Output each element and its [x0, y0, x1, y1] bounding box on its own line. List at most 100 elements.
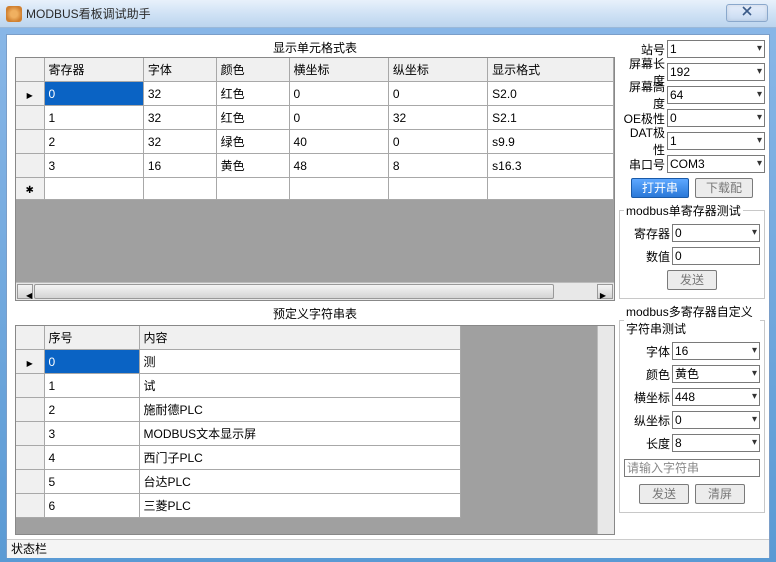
cell-content[interactable]: MODBUS文本显示屏: [139, 422, 461, 446]
cell-y[interactable]: 0: [388, 130, 487, 154]
cell-content[interactable]: 三菱PLC: [139, 494, 461, 518]
scroll-left-icon[interactable]: ◀: [17, 284, 33, 299]
cell-x[interactable]: 0: [289, 82, 388, 106]
cell-format[interactable]: s16.3: [488, 154, 614, 178]
status-bar: 状态栏: [7, 539, 769, 558]
col-content[interactable]: 内容: [139, 326, 461, 350]
cell-font[interactable]: 32: [143, 106, 216, 130]
height-label: 屏幕高度: [619, 78, 667, 112]
single-val-label: 数值: [624, 248, 672, 265]
cell-x[interactable]: 0: [289, 106, 388, 130]
horizontal-scrollbar[interactable]: ◀ ▶: [16, 282, 614, 300]
table-row[interactable]: 0测: [16, 350, 461, 374]
cell-x[interactable]: 40: [289, 130, 388, 154]
cell-register[interactable]: 2: [44, 130, 143, 154]
row-indicator: [16, 106, 44, 130]
vertical-scrollbar[interactable]: [597, 326, 614, 534]
cell-format[interactable]: S2.1: [488, 106, 614, 130]
col-register[interactable]: 寄存器: [44, 58, 143, 82]
multi-x-label: 横坐标: [624, 389, 672, 406]
cell-format[interactable]: s9.9: [488, 130, 614, 154]
table-row[interactable]: 2 32 绿色 40 0 s9.9: [16, 130, 614, 154]
rowheader-corner: [16, 326, 44, 350]
row-indicator: [16, 130, 44, 154]
port-combo[interactable]: COM3: [667, 155, 765, 173]
cell-content[interactable]: 施耐德PLC: [139, 398, 461, 422]
cell-content[interactable]: 西门子PLC: [139, 446, 461, 470]
single-val-input[interactable]: 0: [672, 247, 760, 265]
table-row[interactable]: 5台达PLC: [16, 470, 461, 494]
port-label: 串口号: [619, 156, 667, 173]
single-reg-combo[interactable]: 0: [672, 224, 760, 242]
cell-index[interactable]: 3: [44, 422, 139, 446]
download-config-button[interactable]: 下载配: [695, 178, 753, 198]
close-icon: [742, 6, 752, 16]
cell-color[interactable]: 黄色: [216, 154, 289, 178]
cell-content[interactable]: 测: [139, 350, 461, 374]
scroll-thumb[interactable]: [34, 284, 554, 299]
table-row[interactable]: 1 32 红色 0 32 S2.1: [16, 106, 614, 130]
cell-font[interactable]: 32: [143, 82, 216, 106]
station-combo[interactable]: 1: [667, 40, 765, 58]
multi-string-input[interactable]: 请输入字符串: [624, 459, 760, 477]
scroll-right-icon[interactable]: ▶: [597, 284, 613, 299]
cell-y[interactable]: 8: [388, 154, 487, 178]
cell-font[interactable]: 16: [143, 154, 216, 178]
cell-color[interactable]: 红色: [216, 82, 289, 106]
col-index[interactable]: 序号: [44, 326, 139, 350]
multi-font-combo[interactable]: 16: [672, 342, 760, 360]
cell-index[interactable]: 2: [44, 398, 139, 422]
cell-index[interactable]: 6: [44, 494, 139, 518]
window-title: MODBUS看板调试助手: [26, 5, 151, 22]
col-y[interactable]: 纵坐标: [388, 58, 487, 82]
multi-x-combo[interactable]: 448: [672, 388, 760, 406]
height-combo[interactable]: 64: [667, 86, 765, 104]
close-button[interactable]: [726, 4, 768, 22]
col-format[interactable]: 显示格式: [488, 58, 614, 82]
multi-len-combo[interactable]: 8: [672, 434, 760, 452]
cell-y[interactable]: 32: [388, 106, 487, 130]
multi-clear-button[interactable]: 清屏: [695, 484, 745, 504]
cell-color[interactable]: 绿色: [216, 130, 289, 154]
open-port-button[interactable]: 打开串: [631, 178, 689, 198]
cell-index[interactable]: 1: [44, 374, 139, 398]
multi-color-combo[interactable]: 黄色: [672, 365, 760, 383]
cell-format[interactable]: S2.0: [488, 82, 614, 106]
table-row[interactable]: 3MODBUS文本显示屏: [16, 422, 461, 446]
table-row[interactable]: 4西门子PLC: [16, 446, 461, 470]
cell-index[interactable]: 4: [44, 446, 139, 470]
col-font[interactable]: 字体: [143, 58, 216, 82]
cell-font[interactable]: 32: [143, 130, 216, 154]
col-x[interactable]: 横坐标: [289, 58, 388, 82]
cell-x[interactable]: 48: [289, 154, 388, 178]
string-table: 序号 内容 0测 1试 2施耐德PLC 3MODBUS文本显示屏 4西门子PLC…: [16, 326, 461, 518]
multi-send-button[interactable]: 发送: [639, 484, 689, 504]
table-row[interactable]: 2施耐德PLC: [16, 398, 461, 422]
multi-font-label: 字体: [624, 343, 672, 360]
table-new-row[interactable]: [16, 178, 614, 200]
single-send-button[interactable]: 发送: [667, 270, 717, 290]
table-row[interactable]: 0 32 红色 0 0 S2.0: [16, 82, 614, 106]
table-row[interactable]: 1试: [16, 374, 461, 398]
cell-content[interactable]: 台达PLC: [139, 470, 461, 494]
cell-index[interactable]: 0: [44, 350, 139, 374]
cell-register[interactable]: 3: [44, 154, 143, 178]
table-row[interactable]: 3 16 黄色 48 8 s16.3: [16, 154, 614, 178]
col-color[interactable]: 颜色: [216, 58, 289, 82]
table-row[interactable]: 6三菱PLC: [16, 494, 461, 518]
cell-register[interactable]: 1: [44, 106, 143, 130]
multi-y-combo[interactable]: 0: [672, 411, 760, 429]
dat-combo[interactable]: 1: [667, 132, 765, 150]
window-body: 显示单元格式表 寄存器 字体 颜色 横坐标 纵坐标 显示格式 0 32 红色: [6, 34, 770, 558]
cell-content[interactable]: 试: [139, 374, 461, 398]
string-grid[interactable]: 序号 内容 0测 1试 2施耐德PLC 3MODBUS文本显示屏 4西门子PLC…: [15, 325, 615, 535]
left-pane: 显示单元格式表 寄存器 字体 颜色 横坐标 纵坐标 显示格式 0 32 红色: [7, 35, 619, 539]
cell-register[interactable]: 0: [44, 82, 143, 106]
cell-color[interactable]: 红色: [216, 106, 289, 130]
oe-combo[interactable]: 0: [667, 109, 765, 127]
cell-y[interactable]: 0: [388, 82, 487, 106]
right-pane: 站号1 屏幕长度192 屏幕高度64 OE极性0 DAT极性1 串口号COM3 …: [619, 35, 769, 539]
width-combo[interactable]: 192: [667, 63, 765, 81]
format-grid[interactable]: 寄存器 字体 颜色 横坐标 纵坐标 显示格式 0 32 红色 0 0 S2.0: [15, 57, 615, 301]
cell-index[interactable]: 5: [44, 470, 139, 494]
